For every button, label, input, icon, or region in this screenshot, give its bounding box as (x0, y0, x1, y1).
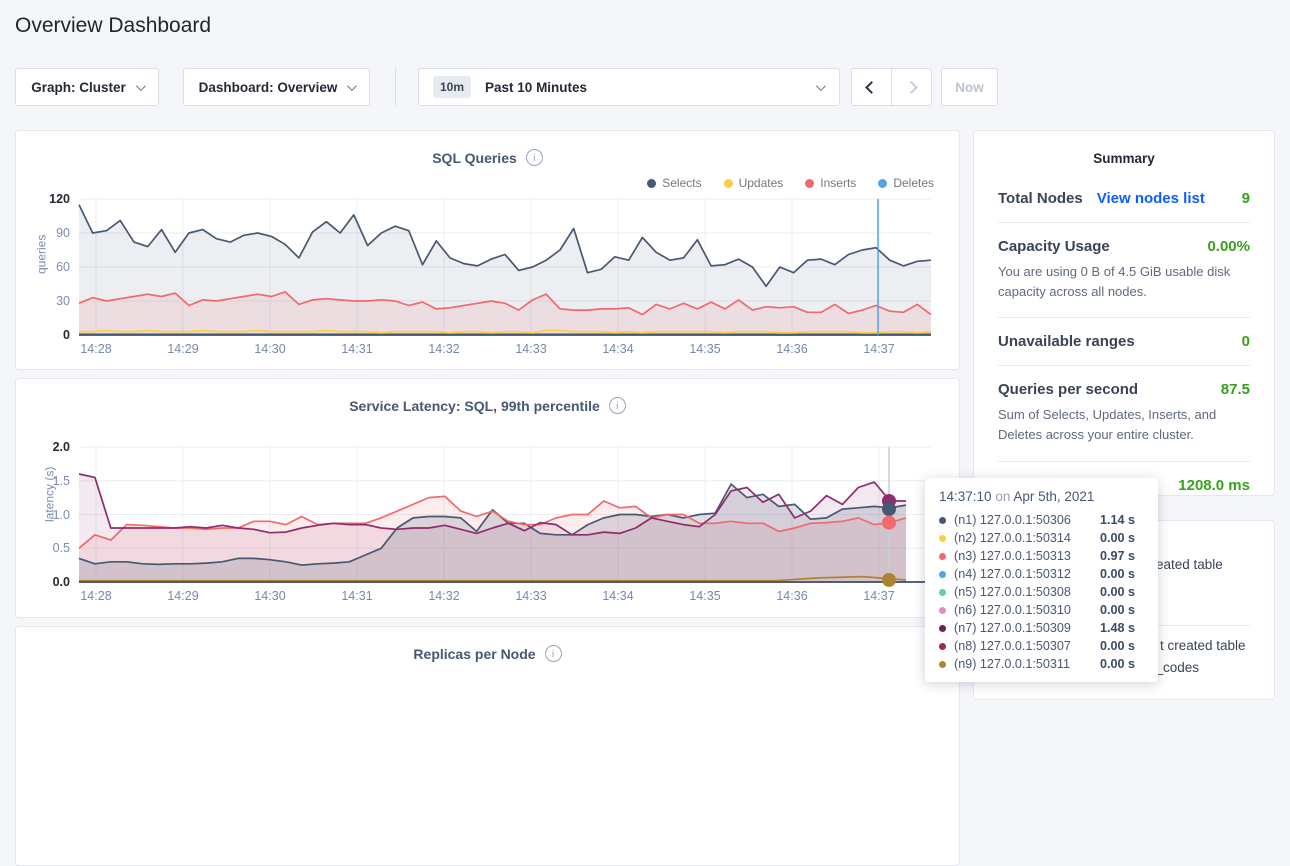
qps-label: Queries per second (998, 381, 1138, 398)
node-color-dot-icon (939, 571, 946, 578)
node-color-dot-icon (939, 589, 946, 596)
node-latency-value: 0.00 s (1100, 657, 1135, 671)
node-address: (n9) 127.0.0.1:50311 (954, 657, 1100, 671)
qps-value: 87.5 (1221, 381, 1250, 398)
tooltip-node-row: (n6) 127.0.0.1:503100.00 s (939, 601, 1144, 619)
node-address: (n3) 127.0.0.1:50313 (954, 549, 1100, 563)
y-axis-label: queries (35, 235, 49, 274)
y-axis-label: latency (s) (43, 466, 57, 521)
tooltip-date: Apr 5th, 2021 (1013, 489, 1094, 504)
node-address: (n6) 127.0.0.1:50310 (954, 603, 1100, 617)
chevron-down-icon (347, 81, 357, 91)
qps-desc: Sum of Selects, Updates, Inserts, and De… (998, 405, 1250, 445)
total-nodes-value: 9 (1242, 190, 1250, 207)
event-text-fragment: eated table (1156, 557, 1223, 572)
controls-divider (395, 68, 396, 106)
chart-hover-tooltip: 14:37:10 on Apr 5th, 2021 (n1) 127.0.0.1… (925, 478, 1158, 682)
service-latency-sql-99th-percentile-plot[interactable] (16, 379, 961, 619)
node-color-dot-icon (939, 607, 946, 614)
tooltip-node-row: (n8) 127.0.0.1:503070.00 s (939, 637, 1144, 655)
node-latency-value: 0.00 s (1100, 603, 1135, 617)
summary-row-total-nodes: Total Nodes View nodes list 9 (998, 190, 1250, 207)
graph-dropdown-label: Graph: Cluster (31, 80, 126, 95)
time-range-picker[interactable]: 10m Past 10 Minutes (418, 68, 840, 106)
summary-divider (998, 222, 1250, 223)
sql-queries-panel: SQL Queries i SelectsUpdatesInsertsDelet… (15, 130, 960, 370)
graph-dropdown[interactable]: Graph: Cluster (15, 68, 159, 106)
chart-title: Replicas per Node (413, 646, 535, 662)
summary-row-capacity: Capacity Usage 0.00% (998, 238, 1250, 255)
p99-latency-value: 1208.0 ms (1178, 477, 1250, 494)
summary-title: Summary (998, 151, 1250, 166)
tooltip-node-row: (n4) 127.0.0.1:503120.00 s (939, 565, 1144, 583)
sql-queries-plot[interactable] (16, 131, 961, 371)
overview-dashboard-page: Overview Dashboard Graph: Cluster Dashbo… (0, 0, 1290, 689)
summary-divider (998, 317, 1250, 318)
node-address: (n2) 127.0.0.1:50314 (954, 531, 1100, 545)
node-color-dot-icon (939, 625, 946, 632)
node-latency-value: 0.97 s (1100, 549, 1135, 563)
page-title: Overview Dashboard (15, 14, 211, 38)
node-latency-value: 0.00 s (1100, 585, 1135, 599)
tooltip-node-row: (n2) 127.0.0.1:503140.00 s (939, 529, 1144, 547)
chevron-right-icon (905, 81, 918, 94)
node-color-dot-icon (939, 535, 946, 542)
summary-panel: Summary Total Nodes View nodes list 9 Ca… (973, 130, 1275, 496)
summary-divider (998, 461, 1250, 462)
tooltip-node-row: (n9) 127.0.0.1:503110.00 s (939, 655, 1144, 673)
node-address: (n7) 127.0.0.1:50309 (954, 621, 1100, 635)
node-color-dot-icon (939, 661, 946, 668)
dashboard-dropdown-label: Dashboard: Overview (199, 80, 338, 95)
tooltip-node-row: (n3) 127.0.0.1:503130.97 s (939, 547, 1144, 565)
chevron-down-icon (816, 81, 826, 91)
tooltip-node-row: (n5) 127.0.0.1:503080.00 s (939, 583, 1144, 601)
chevron-left-icon (865, 81, 878, 94)
controls-bar: Graph: Cluster Dashboard: Overview 10m P… (0, 68, 1290, 106)
tooltip-rows: (n1) 127.0.0.1:503061.14 s(n2) 127.0.0.1… (939, 511, 1144, 673)
node-color-dot-icon (939, 643, 946, 650)
info-icon[interactable]: i (545, 645, 562, 662)
capacity-usage-value: 0.00% (1207, 238, 1250, 255)
dashboard-dropdown[interactable]: Dashboard: Overview (183, 68, 370, 106)
event-text-fragment: t created table (1160, 638, 1246, 653)
node-latency-value: 0.00 s (1100, 567, 1135, 581)
tooltip-timestamp: 14:37:10 on Apr 5th, 2021 (939, 489, 1144, 504)
time-prev-button[interactable] (851, 68, 892, 106)
tooltip-node-row: (n7) 127.0.0.1:503091.48 s (939, 619, 1144, 637)
node-color-dot-icon (939, 517, 946, 524)
tooltip-connector: on (995, 489, 1010, 504)
time-range-badge: 10m (433, 76, 471, 98)
summary-row-qps: Queries per second 87.5 (998, 381, 1250, 398)
unavailable-ranges-value: 0 (1242, 333, 1250, 350)
summary-divider (998, 365, 1250, 366)
node-latency-value: 0.00 s (1100, 531, 1135, 545)
node-address: (n8) 127.0.0.1:50307 (954, 639, 1100, 653)
node-address: (n4) 127.0.0.1:50312 (954, 567, 1100, 581)
tooltip-time: 14:37:10 (939, 489, 992, 504)
capacity-usage-label: Capacity Usage (998, 238, 1110, 255)
capacity-usage-desc: You are using 0 B of 4.5 GiB usable disk… (998, 262, 1250, 302)
node-address: (n1) 127.0.0.1:50306 (954, 513, 1100, 527)
time-next-button[interactable] (891, 68, 932, 106)
total-nodes-label: Total Nodes (998, 190, 1083, 207)
node-address: (n5) 127.0.0.1:50308 (954, 585, 1100, 599)
node-latency-value: 1.48 s (1100, 621, 1135, 635)
tooltip-node-row: (n1) 127.0.0.1:503061.14 s (939, 511, 1144, 529)
node-latency-value: 1.14 s (1100, 513, 1135, 527)
service-latency-panel: Service Latency: SQL, 99th percentile i … (15, 378, 960, 618)
time-range-label: Past 10 Minutes (485, 80, 587, 95)
node-color-dot-icon (939, 553, 946, 560)
time-now-button[interactable]: Now (941, 68, 998, 106)
chevron-down-icon (136, 81, 146, 91)
unavailable-ranges-label: Unavailable ranges (998, 333, 1135, 350)
replicas-per-node-panel: Replicas per Node i (15, 626, 960, 866)
view-nodes-list-link[interactable]: View nodes list (1097, 190, 1205, 207)
replicas-title-row: Replicas per Node i (16, 645, 959, 662)
now-button-label: Now (955, 80, 984, 95)
node-latency-value: 0.00 s (1100, 639, 1135, 653)
summary-row-unavailable: Unavailable ranges 0 (998, 333, 1250, 350)
